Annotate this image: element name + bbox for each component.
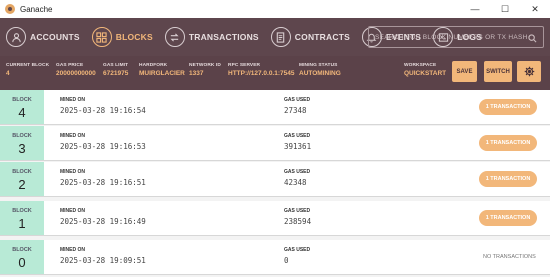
rpc-server-stat: RPC SERVER HTTP://127.0.0.1:7545 — [228, 63, 294, 77]
block-row[interactable]: BLOCK 1 MINED ON 2025-03-28 19:16:49 GAS… — [0, 201, 550, 236]
save-button[interactable]: SAVE — [452, 61, 477, 82]
block-row[interactable]: BLOCK 0 MINED ON 2025-03-28 19:09:51 GAS… — [0, 240, 550, 275]
hardfork-value: MUIRGLACIER — [139, 70, 185, 77]
mined-on-label: MINED ON — [60, 247, 85, 253]
transaction-count-badge[interactable]: 1 TRANSACTION — [479, 135, 537, 151]
ganache-logo-icon — [5, 4, 15, 14]
settings-button[interactable] — [517, 61, 541, 82]
gas-limit-label: GAS LIMIT — [103, 63, 129, 68]
rpc-server-value: HTTP://127.0.0.1:7545 — [228, 70, 295, 77]
mined-on-label: MINED ON — [60, 133, 85, 139]
block-label: BLOCK — [12, 133, 32, 139]
transactions-icon — [164, 27, 185, 47]
block-number-cell: BLOCK 3 — [0, 126, 44, 160]
mining-status-value: AUTOMINING — [299, 70, 341, 77]
block-number-cell: BLOCK 0 — [0, 240, 44, 274]
nav-accounts-label: ACCOUNTS — [30, 32, 80, 42]
mined-on-value: 2025-03-28 19:16:53 — [60, 142, 146, 151]
gas-limit-stat: GAS LIMIT 6721975 — [103, 63, 128, 77]
block-label: BLOCK — [12, 97, 32, 103]
mining-status-stat: MINING STATUS AUTOMINING — [299, 63, 341, 77]
status-bar: CURRENT BLOCK 4 GAS PRICE 20000000000 GA… — [0, 56, 550, 90]
network-id-label: NETWORK ID — [189, 63, 221, 68]
nav-blocks[interactable]: BLOCKS — [86, 18, 159, 56]
block-number-cell: BLOCK 4 — [0, 90, 44, 124]
hardfork-stat: HARDFORK MUIRGLACIER — [139, 63, 185, 77]
block-row[interactable]: BLOCK 4 MINED ON 2025-03-28 19:16:54 GAS… — [0, 90, 550, 125]
mined-on-value: 2025-03-28 19:16:54 — [60, 106, 146, 115]
block-label: BLOCK — [12, 247, 32, 253]
nav-accounts[interactable]: ACCOUNTS — [0, 18, 86, 56]
network-id-stat: NETWORK ID 1337 — [189, 63, 221, 77]
block-label: BLOCK — [12, 208, 32, 214]
block-number: 0 — [18, 255, 26, 270]
block-number: 4 — [18, 105, 26, 120]
mined-on-label: MINED ON — [60, 208, 85, 214]
gas-used-value: 391361 — [284, 142, 312, 151]
gas-used-value: 42348 — [284, 178, 307, 187]
gas-used-label: GAS USED — [284, 208, 311, 214]
gas-used-value: 27348 — [284, 106, 307, 115]
block-number: 3 — [18, 141, 26, 156]
gas-price-value: 20000000000 — [56, 70, 96, 77]
mined-on-label: MINED ON — [60, 169, 85, 175]
gas-used-label: GAS USED — [284, 133, 311, 139]
search-box — [368, 26, 544, 48]
network-id-value: 1337 — [189, 70, 204, 77]
nav-contracts[interactable]: CONTRACTS — [265, 18, 356, 56]
block-label: BLOCK — [12, 169, 32, 175]
maximize-button[interactable]: ☐ — [490, 0, 520, 18]
window-title: Ganache — [20, 4, 53, 14]
blocks-icon — [91, 27, 112, 47]
contracts-icon — [270, 27, 291, 47]
current-block-value: 4 — [6, 70, 10, 77]
block-list: BLOCK 4 MINED ON 2025-03-28 19:16:54 GAS… — [0, 90, 550, 277]
gas-used-label: GAS USED — [284, 169, 311, 175]
block-number: 2 — [18, 177, 26, 192]
current-block-label: CURRENT BLOCK — [6, 63, 50, 68]
search-icon[interactable] — [528, 28, 537, 47]
gas-limit-value: 6721975 — [103, 70, 129, 77]
gas-used-label: GAS USED — [284, 247, 311, 253]
accounts-icon — [6, 27, 26, 47]
mined-on-label: MINED ON — [60, 97, 85, 103]
transaction-count-badge[interactable]: 1 TRANSACTION — [479, 171, 537, 187]
mined-on-value: 2025-03-28 19:09:51 — [60, 256, 146, 265]
workspace-label: WORKSPACE — [404, 63, 437, 68]
workspace-value: QUICKSTART — [404, 70, 447, 77]
nav-transactions[interactable]: TRANSACTIONS — [159, 18, 265, 56]
gear-icon — [524, 62, 535, 81]
block-number: 1 — [18, 216, 26, 231]
minimize-button[interactable]: — — [460, 0, 490, 18]
gas-price-label: GAS PRICE — [56, 63, 84, 68]
search-input[interactable] — [375, 33, 528, 41]
block-number-cell: BLOCK 2 — [0, 162, 44, 196]
rpc-server-label: RPC SERVER — [228, 63, 261, 68]
main-nav: ACCOUNTS BLOCKS TRANSACTIONS CONTRACTS E… — [0, 18, 550, 56]
workspace-stat: WORKSPACE QUICKSTART — [404, 63, 446, 77]
nav-contracts-label: CONTRACTS — [294, 32, 350, 42]
hardfork-label: HARDFORK — [139, 63, 168, 68]
gas-used-value: 238594 — [284, 217, 312, 226]
block-number-cell: BLOCK 1 — [0, 201, 44, 235]
gas-used-label: GAS USED — [284, 97, 311, 103]
nav-transactions-label: TRANSACTIONS — [188, 32, 259, 42]
no-transactions-label: NO TRANSACTIONS — [483, 254, 536, 260]
mined-on-value: 2025-03-28 19:16:49 — [60, 217, 146, 226]
close-button[interactable]: ✕ — [520, 0, 550, 18]
window-controls: — ☐ ✕ — [460, 0, 550, 18]
block-row[interactable]: BLOCK 3 MINED ON 2025-03-28 19:16:53 GAS… — [0, 126, 550, 161]
gas-price-stat: GAS PRICE 20000000000 — [56, 63, 96, 77]
title-bar: Ganache — ☐ ✕ — [0, 0, 550, 18]
gas-used-value: 0 — [284, 256, 289, 265]
mining-status-label: MINING STATUS — [299, 63, 338, 68]
transaction-count-badge[interactable]: 1 TRANSACTION — [479, 210, 537, 226]
transaction-count-badge[interactable]: 1 TRANSACTION — [479, 99, 537, 115]
current-block-stat: CURRENT BLOCK 4 — [6, 63, 49, 77]
mined-on-value: 2025-03-28 19:16:51 — [60, 178, 146, 187]
block-row[interactable]: BLOCK 2 MINED ON 2025-03-28 19:16:51 GAS… — [0, 162, 550, 197]
nav-blocks-label: BLOCKS — [115, 32, 153, 42]
switch-button[interactable]: SWITCH — [484, 61, 512, 82]
